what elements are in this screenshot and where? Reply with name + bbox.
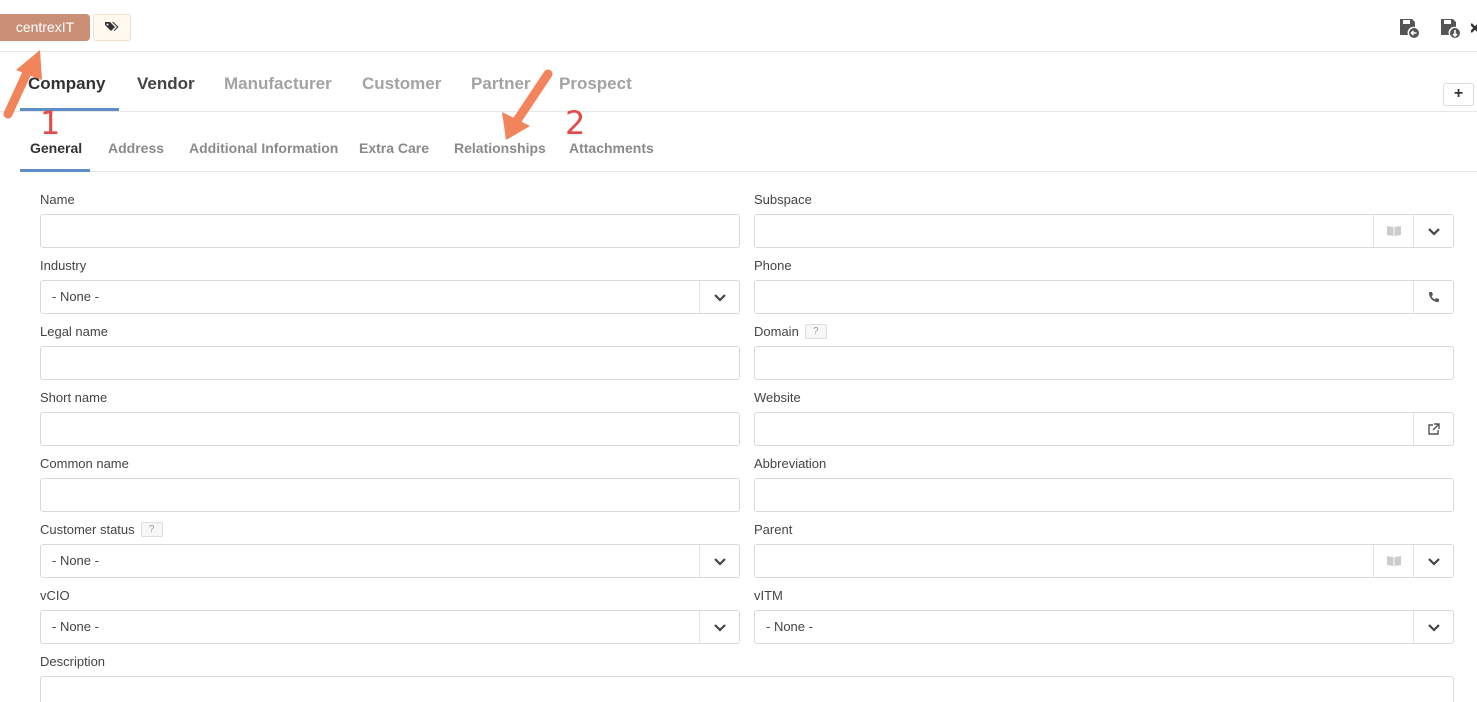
name-value: [41, 215, 739, 247]
domain-value: [755, 347, 1453, 379]
parent-browse-button[interactable]: [1373, 545, 1413, 577]
abbreviation-input[interactable]: [754, 478, 1454, 512]
book-icon: [1386, 226, 1401, 236]
common-name-input[interactable]: [40, 478, 740, 512]
website-open-button[interactable]: [1413, 413, 1453, 445]
active-subtab-indicator: [20, 169, 90, 172]
tag-button[interactable]: [93, 14, 131, 41]
active-tab-indicator: [20, 108, 119, 111]
customer-status-select[interactable]: - None -: [40, 544, 740, 578]
domain-input[interactable]: [754, 346, 1454, 380]
vitm-value: - None -: [766, 619, 813, 634]
abbreviation-value: [755, 479, 1453, 511]
customer-status-help-icon[interactable]: ?: [140, 522, 163, 537]
industry-label: Industry: [40, 258, 87, 273]
industry-dropdown-toggle[interactable]: [699, 281, 739, 313]
name-label: Name: [40, 192, 75, 207]
customer-status-label-row: Customer status ?: [40, 522, 163, 537]
vitm-dropdown-toggle[interactable]: [1413, 611, 1453, 643]
vitm-label: vITM: [754, 588, 783, 603]
add-tab-button[interactable]: +: [1443, 83, 1474, 106]
close-icon[interactable]: [1471, 17, 1477, 39]
domain-label: Domain: [754, 324, 799, 339]
name-input[interactable]: [40, 214, 740, 248]
tab-relationships[interactable]: Relationships: [454, 140, 546, 156]
annotation-number-2: 2: [565, 104, 586, 142]
chevron-down-icon: [713, 293, 726, 302]
chevron-down-icon: [1427, 623, 1440, 632]
description-textarea[interactable]: [40, 676, 1454, 702]
domain-label-row: Domain ?: [754, 324, 827, 339]
legal-name-value: [41, 347, 739, 379]
industry-value: - None -: [52, 289, 99, 304]
tab-general[interactable]: General: [30, 140, 82, 156]
abbreviation-label: Abbreviation: [754, 456, 827, 471]
chevron-down-icon: [713, 557, 726, 566]
short-name-value: [41, 413, 739, 445]
save-download-icon[interactable]: [1439, 17, 1461, 39]
tab-extra-care[interactable]: Extra Care: [359, 140, 429, 156]
vcio-dropdown-toggle[interactable]: [699, 611, 739, 643]
customer-status-label: Customer status: [40, 522, 135, 537]
industry-select[interactable]: - None -: [40, 280, 740, 314]
phone-value: [755, 281, 1413, 313]
parent-dropdown-toggle[interactable]: [1413, 545, 1453, 577]
phone-icon: [1428, 292, 1439, 302]
subspace-input[interactable]: [754, 214, 1454, 248]
parent-value: [755, 545, 1373, 577]
tab-additional-information[interactable]: Additional Information: [189, 140, 338, 156]
top-bar: centrexIT: [0, 0, 1477, 52]
vcio-value: - None -: [52, 619, 99, 634]
vitm-select[interactable]: - None -: [754, 610, 1454, 644]
external-link-icon: [1428, 422, 1440, 435]
customer-status-dropdown-toggle[interactable]: [699, 545, 739, 577]
customer-status-value: - None -: [52, 553, 99, 568]
common-name-value: [41, 479, 739, 511]
type-tabs: Company Vendor Manufacturer Customer Par…: [0, 52, 1477, 112]
website-label: Website: [754, 390, 801, 405]
subspace-browse-button[interactable]: [1373, 215, 1413, 247]
description-label: Description: [40, 654, 106, 669]
subspace-value: [755, 215, 1373, 247]
chevron-down-icon: [713, 623, 726, 632]
common-name-label: Common name: [40, 456, 129, 471]
phone-input[interactable]: [754, 280, 1454, 314]
legal-name-input[interactable]: [40, 346, 740, 380]
save-back-icon[interactable]: [1398, 17, 1420, 39]
vcio-label: vCIO: [40, 588, 70, 603]
book-icon: [1386, 556, 1401, 566]
phone-label: Phone: [754, 258, 792, 273]
subspace-label: Subspace: [754, 192, 812, 207]
domain-help-icon[interactable]: ?: [804, 324, 827, 339]
tab-prospect[interactable]: Prospect: [559, 74, 632, 94]
phone-call-button[interactable]: [1413, 281, 1453, 313]
parent-input[interactable]: [754, 544, 1454, 578]
website-value: [755, 413, 1413, 445]
legal-name-label: Legal name: [40, 324, 108, 339]
sub-tabs: General Address Additional Information E…: [20, 112, 1477, 172]
tab-customer[interactable]: Customer: [362, 74, 441, 94]
tab-partner[interactable]: Partner: [471, 74, 531, 94]
website-input[interactable]: [754, 412, 1454, 446]
short-name-label: Short name: [40, 390, 108, 405]
parent-label: Parent: [754, 522, 793, 537]
tab-company[interactable]: Company: [28, 74, 105, 94]
short-name-input[interactable]: [40, 412, 740, 446]
vcio-select[interactable]: - None -: [40, 610, 740, 644]
tab-manufacturer[interactable]: Manufacturer: [224, 74, 332, 94]
description-value: [41, 677, 1453, 702]
tab-attachments[interactable]: Attachments: [569, 140, 654, 156]
chevron-down-icon: [1427, 227, 1440, 236]
space-badge[interactable]: centrexIT: [0, 14, 90, 41]
tab-vendor[interactable]: Vendor: [137, 74, 195, 94]
subspace-dropdown-toggle[interactable]: [1413, 215, 1453, 247]
tab-address[interactable]: Address: [108, 140, 164, 156]
chevron-down-icon: [1427, 557, 1440, 566]
annotation-number-1: 1: [40, 104, 61, 142]
tag-icon: [105, 21, 119, 31]
